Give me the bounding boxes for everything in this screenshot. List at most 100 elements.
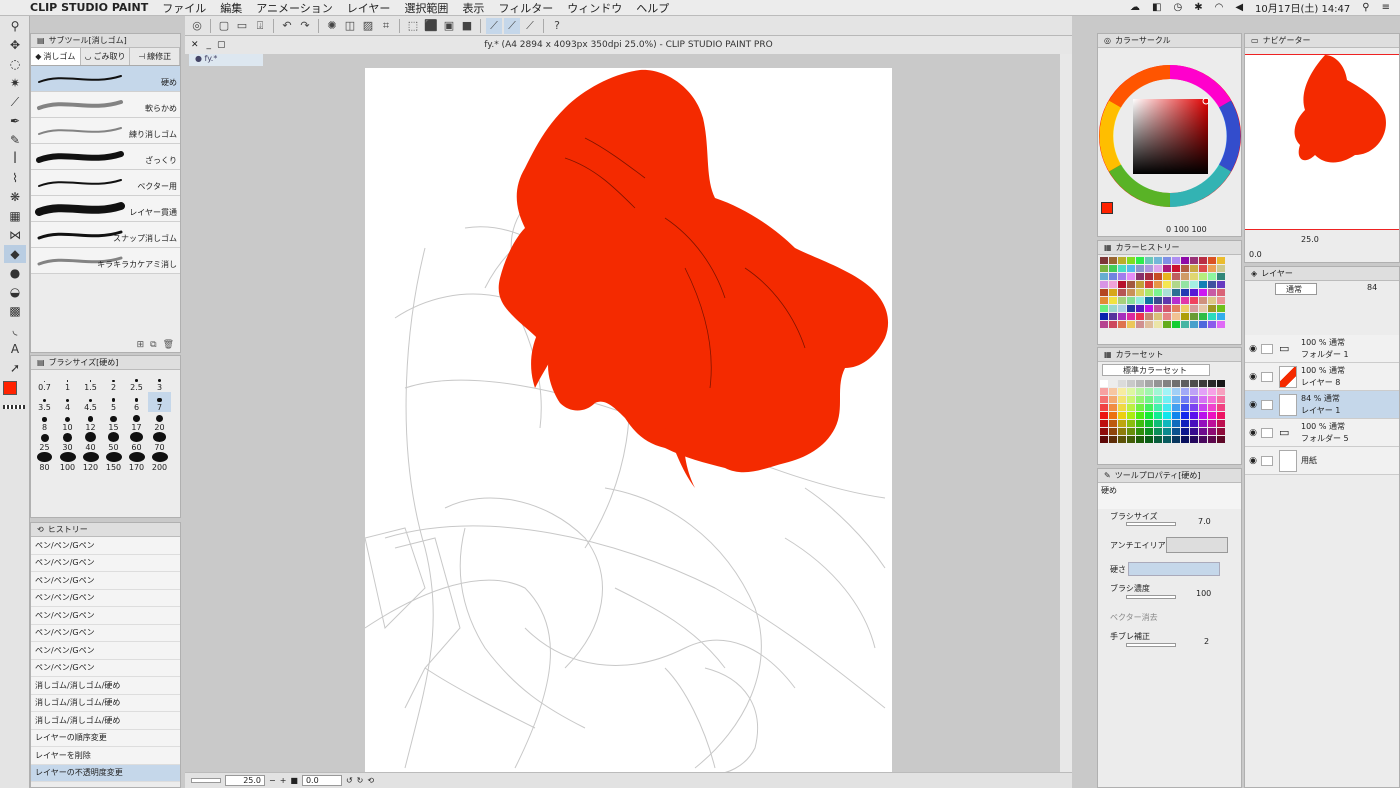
airbrush-icon[interactable]: ⌇	[4, 169, 26, 187]
color-swatch[interactable]	[1118, 273, 1126, 280]
color-swatch[interactable]	[1217, 436, 1225, 443]
zoom-out-icon[interactable]: −	[269, 776, 276, 785]
history-item[interactable]: ペン/ペン/Gペン	[31, 659, 180, 677]
color-swatch[interactable]	[1172, 388, 1180, 395]
figure-tool-icon[interactable]: ◟	[4, 321, 26, 339]
color-swatch[interactable]	[1181, 321, 1189, 328]
drawing-canvas[interactable]	[365, 68, 892, 774]
color-swatch[interactable]	[1127, 313, 1135, 320]
bluetooth-icon[interactable]: ✱	[1194, 2, 1202, 13]
color-swatch[interactable]	[1127, 281, 1135, 288]
color-swatch[interactable]	[1163, 396, 1171, 403]
color-swatch[interactable]	[1163, 380, 1171, 387]
color-swatch[interactable]	[1163, 257, 1171, 264]
menu-edit[interactable]: 編集	[220, 0, 242, 16]
color-swatch[interactable]	[1118, 281, 1126, 288]
history-item[interactable]: 消しゴム/消しゴム/硬め	[31, 677, 180, 695]
brush-item[interactable]: 練り消しゴム	[31, 118, 180, 144]
eye-icon[interactable]: ◉	[1245, 428, 1261, 438]
color-swatch[interactable]	[1118, 380, 1126, 387]
help-icon[interactable]: ?	[549, 18, 565, 34]
color-swatch[interactable]	[1181, 273, 1189, 280]
color-swatch[interactable]	[1208, 380, 1216, 387]
color-history-grid[interactable]	[1098, 255, 1241, 330]
menu-selection[interactable]: 選択範囲	[404, 0, 448, 16]
color-swatch[interactable]	[1163, 428, 1171, 435]
color-swatch[interactable]	[1109, 380, 1117, 387]
menu-help[interactable]: ヘルプ	[636, 0, 669, 16]
color-swatch[interactable]	[1127, 297, 1135, 304]
snap-ruler-icon[interactable]: ⟋	[486, 17, 502, 34]
color-swatch[interactable]	[1217, 289, 1225, 296]
color-swatch[interactable]	[1172, 281, 1180, 288]
color-swatches[interactable]	[0, 381, 29, 411]
color-swatch[interactable]	[1208, 321, 1216, 328]
color-swatch[interactable]	[1190, 289, 1198, 296]
color-swatch[interactable]	[1118, 289, 1126, 296]
color-swatch[interactable]	[1190, 273, 1198, 280]
color-swatch[interactable]	[1136, 265, 1144, 272]
color-swatch[interactable]	[1127, 428, 1135, 435]
history-item[interactable]: 消しゴム/消しゴム/硬め	[31, 694, 180, 712]
color-swatch[interactable]	[1181, 436, 1189, 443]
brush-size-option[interactable]: 0.7	[33, 372, 56, 392]
color-swatch[interactable]	[1118, 265, 1126, 272]
color-swatch[interactable]	[1190, 297, 1198, 304]
app-menu[interactable]: CLIP STUDIO PAINT	[30, 1, 148, 14]
eye-icon[interactable]: ◉	[1245, 456, 1261, 466]
stabilizer-slider[interactable]	[1126, 643, 1176, 647]
vector-tool-icon[interactable]: ➚	[4, 359, 26, 377]
color-swatch[interactable]	[1100, 404, 1108, 411]
color-swatch[interactable]	[1208, 313, 1216, 320]
layer-item[interactable]: ◉ 用紙	[1245, 447, 1399, 475]
color-swatch[interactable]	[1163, 305, 1171, 312]
color-swatch[interactable]	[1208, 428, 1216, 435]
color-swatch[interactable]	[1172, 321, 1180, 328]
color-swatch[interactable]	[1199, 281, 1207, 288]
color-swatch[interactable]	[1208, 388, 1216, 395]
color-swatch[interactable]	[1109, 404, 1117, 411]
color-swatch[interactable]	[1127, 420, 1135, 427]
wifi-icon[interactable]: ◠	[1215, 2, 1224, 13]
color-swatch[interactable]	[1136, 305, 1144, 312]
color-swatch[interactable]	[1199, 412, 1207, 419]
color-swatch[interactable]	[1199, 396, 1207, 403]
snap-grid-icon[interactable]: ⟋	[522, 18, 538, 34]
color-set-grid[interactable]	[1098, 378, 1241, 445]
eye-icon[interactable]: ◉	[1245, 400, 1261, 410]
color-swatch[interactable]	[1145, 388, 1153, 395]
brush-size-option[interactable]: 15	[102, 412, 125, 432]
minimize-doc-icon[interactable]: _	[207, 40, 212, 50]
color-swatch[interactable]	[1136, 289, 1144, 296]
color-swatch[interactable]	[1145, 404, 1153, 411]
color-swatch[interactable]	[1181, 265, 1189, 272]
color-swatch[interactable]	[1199, 388, 1207, 395]
color-swatch[interactable]	[1154, 428, 1162, 435]
gradient-tool-icon[interactable]: ▩	[4, 302, 26, 320]
color-swatch[interactable]	[1181, 297, 1189, 304]
fill-icon[interactable]: ■	[459, 18, 475, 34]
color-swatch[interactable]	[1172, 396, 1180, 403]
color-swatch[interactable]	[1181, 257, 1189, 264]
color-swatch[interactable]	[1163, 436, 1171, 443]
brush-size-option[interactable]: 150	[102, 452, 125, 472]
color-swatch[interactable]	[1163, 273, 1171, 280]
color-swatch[interactable]	[1172, 297, 1180, 304]
color-swatch[interactable]	[1217, 257, 1225, 264]
color-swatch[interactable]	[1163, 265, 1171, 272]
brush-size-option[interactable]: 80	[33, 452, 56, 472]
color-swatch[interactable]	[1154, 257, 1162, 264]
color-swatch[interactable]	[1136, 404, 1144, 411]
color-swatch[interactable]	[1163, 289, 1171, 296]
pattern-icon[interactable]: ▦	[4, 207, 26, 225]
color-swatch[interactable]	[1100, 257, 1108, 264]
color-swatch[interactable]	[1208, 420, 1216, 427]
color-swatch[interactable]	[1100, 380, 1108, 387]
color-swatch[interactable]	[1208, 297, 1216, 304]
color-swatch[interactable]	[1127, 305, 1135, 312]
menu-layer[interactable]: レイヤー	[347, 0, 391, 16]
color-swatch[interactable]	[1118, 313, 1126, 320]
color-swatch[interactable]	[1172, 305, 1180, 312]
new-file-icon[interactable]: ▢	[216, 18, 232, 34]
color-swatch[interactable]	[1190, 380, 1198, 387]
